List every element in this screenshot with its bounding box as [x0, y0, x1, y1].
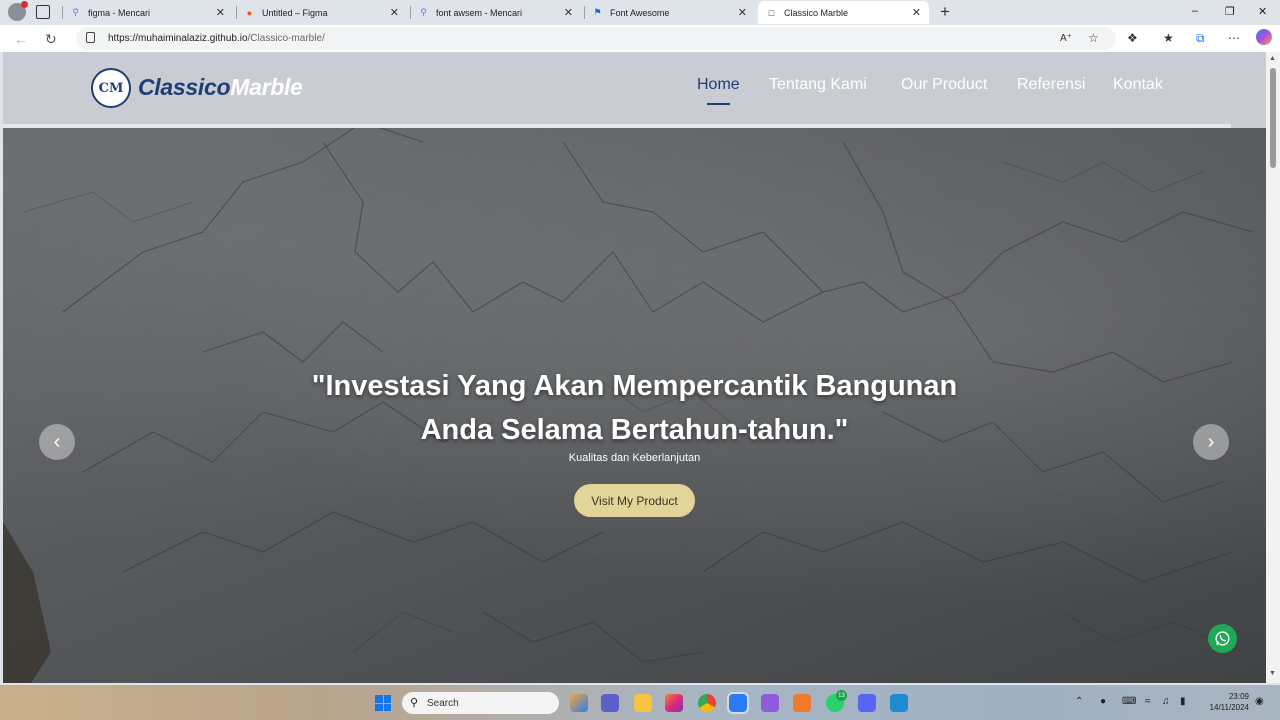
favorite-star-icon[interactable]: ☆: [1088, 31, 1099, 45]
reload-icon[interactable]: ↻: [45, 31, 57, 48]
close-tab-icon[interactable]: ✕: [216, 6, 225, 19]
back-icon[interactable]: ←: [14, 31, 28, 47]
profile-avatar[interactable]: [8, 1, 28, 21]
app-icon[interactable]: [761, 694, 779, 712]
read-aloud-icon[interactable]: A⁺: [1060, 33, 1072, 44]
close-window-icon[interactable]: ✕: [1258, 5, 1267, 18]
hero-subtitle: Kualitas dan Keberlanjutan: [568, 452, 701, 464]
nav-tentang-kami[interactable]: Tentang Kami: [769, 76, 867, 94]
microphone-icon[interactable]: ●: [1100, 696, 1106, 707]
volume-icon[interactable]: ♫: [1162, 696, 1170, 707]
taskbar-clock[interactable]: 23:09 14/11/2024: [1196, 691, 1249, 713]
url-path: /Classico-marble/: [247, 33, 325, 44]
taskbar-search[interactable]: ⚲ Search: [402, 692, 559, 714]
hero-headline: "Investasi Yang Akan Mempercantik Bangun…: [3, 364, 1266, 452]
chrome-icon[interactable]: [698, 694, 716, 712]
windows-taskbar: ⚲ Search 13 ⌃ ● ⌨ ≈ ♫ ▮ 23:09 14/11/2024…: [0, 685, 1280, 720]
url-host: https://muhaiminalaziz.github.io: [108, 33, 248, 44]
scrollbar-thumb[interactable]: [1270, 68, 1276, 168]
browser-toolbar: ← ↻ https://muhaiminalaziz.github.io/Cla…: [0, 25, 1280, 52]
page-viewport: CM ClassicoMarble Home Tentang Kami Our …: [3, 52, 1266, 683]
carousel-prev-icon[interactable]: ‹: [39, 424, 75, 460]
visit-product-button[interactable]: Visit My Product: [574, 484, 695, 517]
browser-tab-strip: ⚲ figma - Mencari ✕ ● Untitled – Figma ✕…: [0, 0, 1280, 25]
logo-text[interactable]: ClassicoMarble: [138, 74, 303, 101]
search-icon: ⚲: [72, 7, 79, 17]
clock-date: 14/11/2024: [1209, 703, 1249, 712]
browser-tab[interactable]: ⚑ Font Awesome ✕: [584, 1, 755, 24]
page-icon: □: [768, 7, 775, 18]
tab-actions-icon[interactable]: [36, 5, 50, 19]
whatsapp-icon[interactable]: [1208, 624, 1237, 653]
search-icon: ⚲: [420, 7, 427, 17]
collections-icon[interactable]: ⧉: [1196, 31, 1205, 46]
battery-icon[interactable]: ▮: [1180, 696, 1186, 707]
tab-title: figma - Mencari: [88, 7, 151, 18]
nav-our-product[interactable]: Our Product: [901, 76, 987, 94]
url-text[interactable]: https://muhaiminalaziz.github.io/Classic…: [108, 33, 325, 44]
keyboard-icon[interactable]: ⌨: [1122, 696, 1136, 707]
site-navbar: CM ClassicoMarble Home Tentang Kami Our …: [3, 52, 1266, 128]
more-icon[interactable]: ⋯: [1228, 31, 1240, 45]
browser-tab-active[interactable]: □ Classico Marble ✕: [758, 1, 929, 24]
tab-title: font awsem - Mencari: [436, 7, 523, 18]
browser-tab[interactable]: ⚲ figma - Mencari ✕: [62, 1, 233, 24]
browser-tab[interactable]: ● Untitled – Figma ✕: [236, 1, 407, 24]
lock-icon: [86, 32, 95, 43]
nav-home[interactable]: Home: [697, 76, 740, 105]
address-bar[interactable]: https://muhaiminalaziz.github.io/Classic…: [76, 27, 1116, 50]
logo-mark[interactable]: CM: [91, 68, 131, 108]
hero-headline-line1: "Investasi Yang Akan Mempercantik Bangun…: [311, 370, 958, 402]
notification-badge: 13: [836, 690, 847, 701]
tab-title: Untitled – Figma: [262, 7, 328, 18]
xampp-icon[interactable]: [793, 694, 811, 712]
scroll-down-icon[interactable]: ▼: [1269, 670, 1276, 677]
windows-start-icon[interactable]: [375, 695, 391, 711]
edge-icon[interactable]: [727, 692, 749, 714]
copilot-icon[interactable]: [1256, 29, 1272, 45]
nav-kontak[interactable]: Kontak: [1113, 76, 1163, 94]
restore-icon[interactable]: ❐: [1225, 5, 1235, 18]
logo-monogram: CM: [98, 80, 124, 96]
close-tab-icon[interactable]: ✕: [564, 6, 573, 19]
close-tab-icon[interactable]: ✕: [738, 6, 747, 19]
taskbar-search-label: Search: [427, 697, 459, 709]
copilot-app-icon[interactable]: [570, 694, 588, 712]
close-tab-icon[interactable]: ✕: [390, 6, 399, 19]
navbar-divider: [3, 124, 1231, 128]
instagram-icon[interactable]: [665, 694, 683, 712]
notification-bell-icon[interactable]: ◉: [1255, 696, 1264, 707]
logo-word-classico: Classico: [138, 74, 231, 100]
teams-icon[interactable]: [601, 694, 619, 712]
tab-title: Font Awesome: [610, 7, 670, 18]
browser-tab[interactable]: ⚲ font awsem - Mencari ✕: [410, 1, 581, 24]
logo-word-marble: Marble: [230, 74, 303, 100]
search-icon: ⚲: [410, 697, 419, 709]
clock-time: 23:09: [1228, 692, 1249, 701]
extensions-icon[interactable]: ❖: [1127, 31, 1138, 45]
tab-title: Classico Marble: [784, 7, 849, 18]
tray-chevron-icon[interactable]: ⌃: [1075, 696, 1083, 707]
vscode-icon[interactable]: [890, 694, 908, 712]
new-tab-icon[interactable]: +: [940, 2, 950, 22]
hero-headline-line2: Anda Selama Bertahun-tahun.": [420, 414, 849, 446]
wifi-icon[interactable]: ≈: [1145, 696, 1151, 707]
carousel-next-icon[interactable]: ›: [1193, 424, 1229, 460]
discord-icon[interactable]: [858, 694, 876, 712]
page-scrollbar[interactable]: ▲ ▼: [1266, 52, 1280, 683]
file-explorer-icon[interactable]: [634, 694, 652, 712]
minimize-icon[interactable]: –: [1192, 5, 1198, 17]
scroll-up-icon[interactable]: ▲: [1269, 55, 1276, 62]
nav-referensi[interactable]: Referensi: [1017, 76, 1085, 94]
figma-icon: ●: [246, 7, 253, 18]
close-tab-icon[interactable]: ✕: [912, 6, 921, 19]
flag-icon: ⚑: [593, 7, 602, 17]
favorites-icon[interactable]: ★: [1163, 31, 1174, 45]
